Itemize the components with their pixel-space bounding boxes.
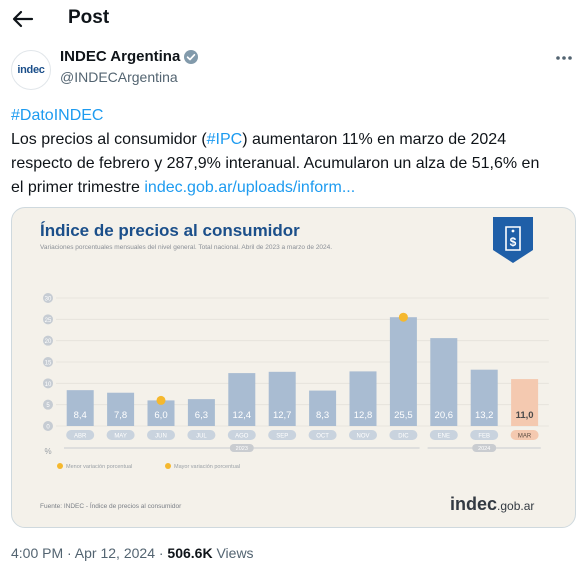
- bar-value-label: 6,3: [195, 410, 208, 421]
- price-tag-badge-icon: $: [493, 217, 533, 263]
- bar-value-label: 13,2: [475, 410, 494, 421]
- report-link[interactable]: indec.gob.ar/uploads/inform...: [144, 179, 355, 196]
- bar-value-label: 12,7: [273, 410, 292, 421]
- x-tick-label: DIC: [398, 434, 409, 440]
- year-label: 2023: [236, 446, 248, 452]
- tweet-line2: respecto de febrero y 287,9% interanual.…: [11, 155, 540, 172]
- x-tick-label: MAY: [114, 434, 127, 440]
- x-tick-label: AGO: [235, 434, 249, 440]
- author-handle[interactable]: @INDECArgentina: [60, 69, 178, 85]
- post-header: Post: [0, 0, 582, 40]
- y-tick-label: 25: [45, 318, 52, 324]
- bar-value-label: 11,0: [516, 410, 534, 421]
- timestamp[interactable]: 4:00 PM · Apr 12, 2024 ·: [11, 545, 167, 561]
- views-label: Views: [212, 545, 254, 561]
- min-marker: [156, 395, 166, 405]
- bar-value-label: 20,6: [435, 410, 454, 421]
- logo-main: indec: [450, 494, 498, 514]
- x-tick-label: ENE: [438, 434, 450, 440]
- avatar-logo-text: indec: [17, 64, 45, 76]
- y-axis-label: %: [44, 447, 51, 456]
- legend-min-label: Menor variación porcentual: [66, 464, 132, 470]
- view-count: 506.6K: [167, 545, 213, 561]
- verified-badge-icon: [184, 50, 198, 64]
- x-tick-label: ABR: [74, 434, 87, 440]
- x-tick-label: OCT: [316, 434, 329, 440]
- x-tick-label: FEB: [478, 434, 490, 440]
- tweet-line1-post: ) aumentaron 11% en marzo de 2024: [242, 131, 507, 148]
- ipc-hashtag-link[interactable]: #IPC: [207, 131, 243, 148]
- y-tick-label: 30: [45, 297, 52, 303]
- tweet-line1-pre: Los precios al consumidor (: [11, 131, 207, 148]
- post-meta: 4:00 PM · Apr 12, 2024 · 506.6K Views: [11, 545, 254, 561]
- x-tick-label: MAR: [518, 434, 532, 440]
- bar-value-label: 8,4: [74, 410, 87, 421]
- y-tick-label: 20: [45, 339, 52, 345]
- media-image[interactable]: Índice de precios al consumidor Variacio…: [11, 207, 576, 528]
- bar-value-label: 12,8: [354, 410, 373, 421]
- logo-rest: .gob.ar: [497, 499, 535, 513]
- legend-min-dot: [57, 463, 63, 469]
- legend-max-dot: [165, 463, 171, 469]
- more-options-icon[interactable]: [554, 48, 574, 68]
- back-arrow-icon[interactable]: [10, 7, 36, 31]
- header-title: Post: [68, 7, 110, 28]
- x-tick-label: SEP: [276, 434, 288, 440]
- bar-value-label: 8,3: [316, 410, 329, 421]
- avatar[interactable]: indec: [11, 50, 51, 90]
- y-tick-label: 15: [45, 361, 52, 367]
- bar-value-label: 12,4: [233, 410, 252, 421]
- hashtag-link[interactable]: #DatoINDEC: [11, 107, 103, 124]
- tweet-text: #DatoINDEC Los precios al consumidor (#I…: [11, 104, 576, 200]
- max-marker: [398, 312, 408, 322]
- x-tick-label: JUN: [155, 434, 167, 440]
- bar-value-label: 7,8: [114, 410, 127, 421]
- bar-value-label: 6,0: [154, 410, 167, 421]
- indec-logo: indec.gob.ar: [450, 494, 534, 515]
- chart-subtitle: Variaciones porcentuales mensuales del n…: [40, 244, 333, 251]
- x-tick-label: NOV: [356, 434, 369, 440]
- chart: 302520151050%8,4ABR7,8MAY6,0JUN6,3JUL12,…: [43, 293, 549, 470]
- chart-source: Fuente: INDEC - Índice de precios al con…: [40, 503, 182, 510]
- y-tick-label: 10: [45, 382, 52, 388]
- svg-text:$: $: [510, 235, 517, 249]
- bar-value-label: 25,5: [394, 410, 413, 421]
- legend-max-label: Mayor variación porcentual: [174, 464, 240, 470]
- chart-title: Índice de precios al consumidor: [40, 221, 300, 240]
- x-tick-label: JUL: [196, 434, 207, 440]
- year-label: 2024: [478, 446, 490, 452]
- tweet-line3: el primer trimestre: [11, 179, 145, 196]
- author-name[interactable]: INDEC Argentina: [60, 48, 180, 65]
